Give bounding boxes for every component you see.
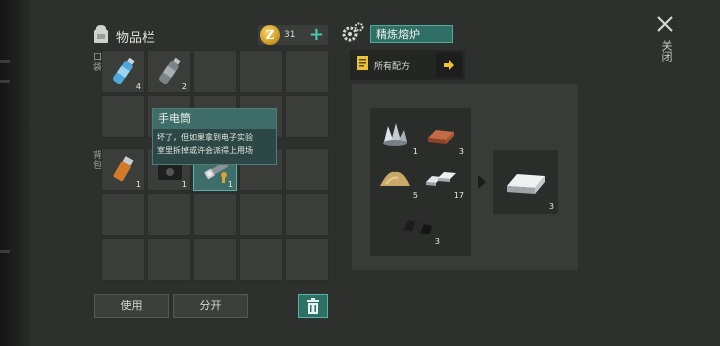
inventory-header: 物品栏 xyxy=(92,24,155,48)
ingredient-count: 1 xyxy=(412,147,418,156)
ingredient-slot: 3 xyxy=(400,210,440,246)
smelter-header: 精炼熔炉 xyxy=(342,22,453,46)
backpack-slot[interactable] xyxy=(285,238,329,281)
backpack-slot[interactable] xyxy=(147,193,191,236)
ingredient-slot: 1 xyxy=(378,120,418,156)
backpack-grid: 1 1 1 xyxy=(101,148,329,281)
coal-icon xyxy=(403,218,432,234)
tooltip-line-1: 坏了，但如果拿到电子实验 xyxy=(157,133,253,142)
inventory-title: 物品栏 xyxy=(116,30,156,46)
all-recipes-bar[interactable]: 所有配方 xyxy=(350,50,465,80)
close-icon xyxy=(657,16,673,32)
backpack-slot[interactable] xyxy=(147,238,191,281)
backpack-slot[interactable] xyxy=(285,193,329,236)
craft-arrow-icon xyxy=(478,175,486,189)
trash-button[interactable] xyxy=(298,294,328,318)
tooltip-description: 坏了，但如果拿到电子实验 室里拆掉或许会派得上用场 xyxy=(153,129,276,159)
crystal-ore-icon xyxy=(383,123,407,146)
split-button[interactable]: 分开 xyxy=(173,294,248,318)
coin-display: Z 31 + xyxy=(258,25,328,45)
slot-count: 2 xyxy=(181,82,187,91)
slot-count: 4 xyxy=(135,82,141,91)
pocket-slot[interactable] xyxy=(285,95,329,138)
smelter-name: 精炼熔炉 xyxy=(370,25,453,43)
backpack-slot[interactable] xyxy=(101,238,145,281)
pocket-slot[interactable] xyxy=(193,50,237,93)
slot-count: 1 xyxy=(227,180,233,189)
recipes-arrow-button[interactable] xyxy=(436,53,462,77)
backpack-slot[interactable] xyxy=(193,193,237,236)
backpack-slot[interactable] xyxy=(239,238,283,281)
tooltip-title: 手电筒 xyxy=(153,109,276,129)
recipe-book-icon xyxy=(356,55,370,75)
ingredient-count: 3 xyxy=(434,237,440,246)
coin-count: 31 xyxy=(284,30,296,40)
slot-count: 1 xyxy=(135,180,141,189)
pocket-slot[interactable] xyxy=(101,95,145,138)
output-count: 3 xyxy=(548,202,554,211)
ingredient-slot: 17 xyxy=(424,164,464,200)
backpack-slot[interactable] xyxy=(239,193,283,236)
silver-ingot-icon xyxy=(507,174,545,194)
all-recipes-label: 所有配方 xyxy=(374,61,411,72)
left-edge xyxy=(0,0,30,346)
ingredients-box: 1 3 5 17 3 xyxy=(370,108,471,256)
ingredient-slot: 3 xyxy=(424,120,464,156)
output-slot[interactable]: 3 xyxy=(493,150,558,214)
close-button[interactable] xyxy=(655,14,675,34)
copper-ingot-icon xyxy=(428,130,454,144)
pocket-slot[interactable] xyxy=(239,50,283,93)
add-coins-button[interactable]: + xyxy=(309,26,324,44)
trash-icon xyxy=(307,298,319,314)
pocket-slot[interactable]: 2 xyxy=(147,50,191,93)
sand-pile-icon xyxy=(380,171,410,186)
ingredient-slot: 5 xyxy=(378,164,418,200)
ingredient-count: 17 xyxy=(453,191,464,200)
backpack-slot[interactable] xyxy=(285,148,329,191)
gears-icon xyxy=(342,22,364,46)
ingredient-count: 3 xyxy=(458,147,464,156)
backpack-icon xyxy=(92,24,110,48)
pocket-slot[interactable] xyxy=(285,50,329,93)
close-label[interactable]: 关闭 xyxy=(658,40,674,62)
backpack-slot[interactable]: 1 xyxy=(101,148,145,191)
pocket-slot[interactable]: 4 xyxy=(101,50,145,93)
use-button[interactable]: 使用 xyxy=(94,294,169,318)
ingredient-count: 5 xyxy=(412,191,418,200)
backpack-slot[interactable] xyxy=(193,238,237,281)
tooltip-line-2: 室里拆掉或许会派得上用场 xyxy=(157,146,253,155)
coin-icon: Z xyxy=(260,25,280,45)
backpack-slot[interactable] xyxy=(101,193,145,236)
slot-count: 1 xyxy=(181,180,187,189)
silver-ingots-icon xyxy=(426,172,456,186)
arrow-right-icon xyxy=(444,60,454,70)
item-tooltip: 手电筒 坏了，但如果拿到电子实验 室里拆掉或许会派得上用场 xyxy=(152,108,277,165)
